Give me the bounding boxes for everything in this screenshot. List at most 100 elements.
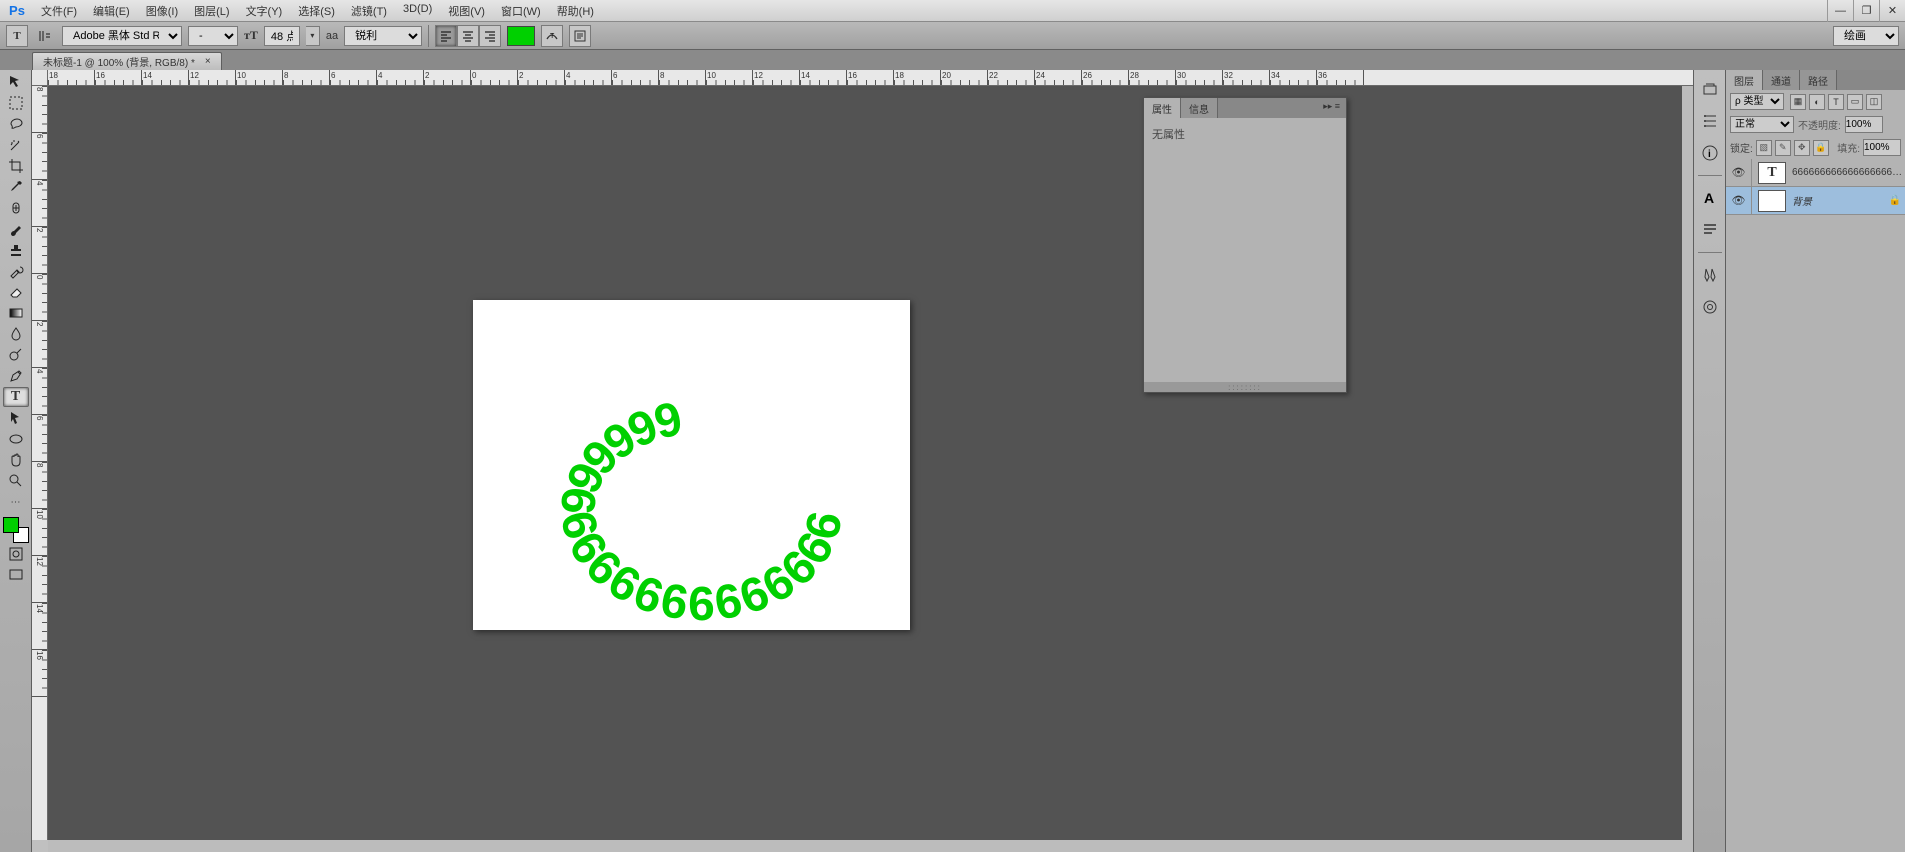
antialias-select[interactable]: 锐利 — [344, 26, 422, 46]
crop-tool[interactable] — [3, 156, 29, 176]
brush-tool[interactable] — [3, 219, 29, 239]
warp-text-button[interactable]: T — [541, 25, 563, 47]
history-panel-icon[interactable] — [1697, 76, 1723, 102]
tab-info[interactable]: 信息 — [1181, 98, 1218, 118]
close-button[interactable]: ✕ — [1879, 0, 1905, 22]
character-panel-button[interactable] — [569, 25, 591, 47]
edit-toolbar-button[interactable]: ⋯ — [3, 492, 29, 512]
document-tab-title: 未标题-1 @ 100% (背景, RGB/8) * — [43, 54, 195, 69]
canvas-text: 6666666666666666666 — [473, 300, 910, 630]
options-bar: T Adobe 黑体 Std R - тT ▾ aa 锐利 T 绘画 — [0, 22, 1905, 50]
menu-select[interactable]: 选择(S) — [291, 0, 342, 22]
scrollbar-horizontal[interactable] — [48, 840, 1693, 852]
healing-tool[interactable] — [3, 198, 29, 218]
stamp-tool[interactable] — [3, 240, 29, 260]
layer-name[interactable]: 6666666666666666666... — [1792, 167, 1905, 178]
window-controls: — ❐ ✕ — [1827, 0, 1905, 22]
layer-filter-select[interactable]: ρ 类型 — [1730, 93, 1784, 110]
move-tool[interactable] — [3, 72, 29, 92]
eraser-tool[interactable] — [3, 282, 29, 302]
layers-list: 👁 T 6666666666666666666... 👁 背景 🔒 — [1726, 159, 1905, 852]
magic-wand-tool[interactable] — [3, 135, 29, 155]
filter-shape-icon[interactable]: ▭ — [1847, 94, 1863, 110]
lock-transparency-icon[interactable]: ▧ — [1756, 140, 1772, 156]
font-family-select[interactable]: Adobe 黑体 Std R — [62, 26, 182, 46]
marquee-tool[interactable] — [3, 93, 29, 113]
character-panel-icon[interactable]: A — [1697, 185, 1723, 211]
paragraph-panel-icon[interactable] — [1697, 217, 1723, 243]
menu-view[interactable]: 视图(V) — [441, 0, 492, 22]
quickmask-button[interactable] — [3, 544, 29, 564]
opacity-input[interactable] — [1845, 116, 1883, 133]
layer-row[interactable]: 👁 T 6666666666666666666... — [1726, 159, 1905, 187]
tab-properties[interactable]: 属性 — [1144, 98, 1181, 118]
screenmode-button[interactable] — [3, 565, 29, 585]
viewport[interactable]: 6666666666666666666 — [48, 86, 1693, 840]
font-size-dropdown[interactable]: ▾ — [306, 26, 320, 46]
filter-smart-icon[interactable]: ◫ — [1866, 94, 1882, 110]
blur-tool[interactable] — [3, 324, 29, 344]
menu-window[interactable]: 窗口(W) — [494, 0, 548, 22]
text-color-swatch[interactable] — [507, 26, 535, 46]
menu-layer[interactable]: 图层(L) — [187, 0, 236, 22]
lock-all-icon[interactable]: 🔒 — [1813, 140, 1829, 156]
panel-resize-handle[interactable]: :::::::: — [1144, 382, 1346, 392]
info-panel-icon[interactable]: i — [1697, 140, 1723, 166]
eyedropper-tool[interactable] — [3, 177, 29, 197]
font-style-select[interactable]: - — [188, 26, 238, 46]
panel-collapse-button[interactable]: ▸▸ ≡ — [1317, 98, 1346, 118]
align-center-button[interactable] — [457, 25, 479, 47]
ruler-vertical[interactable]: 86420246810121416 — [32, 86, 48, 840]
properties-panel[interactable]: 属性 信息 ▸▸ ≡ 无属性 :::::::: — [1143, 97, 1347, 393]
menu-filter[interactable]: 滤镜(T) — [344, 0, 394, 22]
document-tab[interactable]: 未标题-1 @ 100% (背景, RGB/8) * × — [32, 52, 222, 70]
history-brush-tool[interactable] — [3, 261, 29, 281]
font-size-input[interactable] — [264, 26, 300, 46]
gradient-tool[interactable] — [3, 303, 29, 323]
shape-tool[interactable] — [3, 429, 29, 449]
tab-close-button[interactable]: × — [205, 56, 211, 67]
pen-tool[interactable] — [3, 366, 29, 386]
libraries-panel-icon[interactable] — [1697, 294, 1723, 320]
type-tool[interactable]: T — [3, 387, 29, 407]
filter-type-icon[interactable]: T — [1828, 94, 1844, 110]
tab-layers[interactable]: 图层 — [1726, 70, 1763, 90]
blend-opacity-row: 正常 不透明度: — [1726, 113, 1905, 136]
lock-position-icon[interactable]: ✥ — [1794, 140, 1810, 156]
menu-text[interactable]: 文字(Y) — [239, 0, 290, 22]
path-select-tool[interactable] — [3, 408, 29, 428]
align-right-button[interactable] — [479, 25, 501, 47]
align-left-button[interactable] — [435, 25, 457, 47]
artboard[interactable]: 6666666666666666666 — [473, 300, 910, 630]
menu-image[interactable]: 图像(I) — [139, 0, 185, 22]
menu-edit[interactable]: 编辑(E) — [86, 0, 137, 22]
hand-tool[interactable] — [3, 450, 29, 470]
layer-name[interactable]: 背景 — [1792, 193, 1885, 208]
scroll-v[interactable] — [1682, 86, 1693, 840]
maximize-button[interactable]: ❐ — [1853, 0, 1879, 22]
actions-panel-icon[interactable] — [1697, 108, 1723, 134]
layer-row[interactable]: 👁 背景 🔒 — [1726, 187, 1905, 215]
tab-paths[interactable]: 路径 — [1800, 70, 1837, 90]
lasso-tool[interactable] — [3, 114, 29, 134]
zoom-tool[interactable] — [3, 471, 29, 491]
filter-adjust-icon[interactable]: ◐ — [1809, 94, 1825, 110]
visibility-toggle[interactable]: 👁 — [1726, 159, 1752, 186]
menu-file[interactable]: 文件(F) — [34, 0, 84, 22]
dodge-tool[interactable] — [3, 345, 29, 365]
minimize-button[interactable]: — — [1827, 0, 1853, 22]
fill-input[interactable] — [1863, 139, 1901, 156]
ruler-horizontal[interactable]: 1816141210864202468101214161820222426283… — [48, 70, 1693, 86]
tab-channels[interactable]: 通道 — [1763, 70, 1800, 90]
text-orientation-button[interactable] — [34, 25, 56, 47]
menu-3d[interactable]: 3D(D) — [396, 0, 439, 22]
blend-mode-select[interactable]: 正常 — [1730, 116, 1794, 133]
lock-paint-icon[interactable]: ✎ — [1775, 140, 1791, 156]
workspace-select[interactable]: 绘画 — [1833, 26, 1899, 46]
menu-help[interactable]: 帮助(H) — [550, 0, 601, 22]
tools-preset-icon[interactable] — [1697, 262, 1723, 288]
visibility-toggle[interactable]: 👁 — [1726, 187, 1752, 214]
color-swatches[interactable] — [3, 517, 29, 543]
filter-pixel-icon[interactable]: ▦ — [1790, 94, 1806, 110]
foreground-color-swatch[interactable] — [3, 517, 19, 533]
